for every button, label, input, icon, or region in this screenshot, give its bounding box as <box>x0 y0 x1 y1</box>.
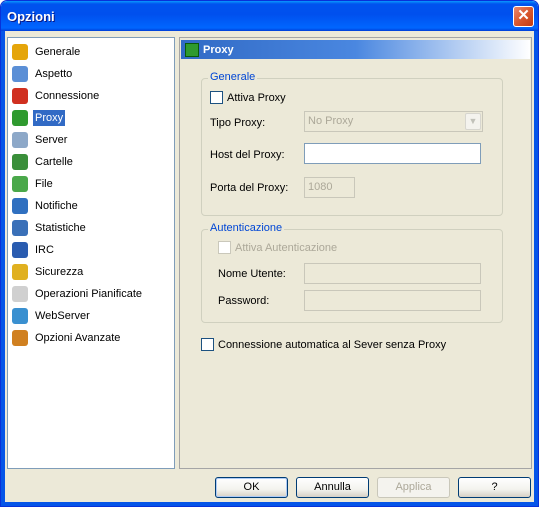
sidebar-item-label: Opzioni Avanzate <box>35 332 121 344</box>
help-button[interactable]: ? <box>458 477 531 498</box>
sidebar-item-aspetto[interactable]: Aspetto <box>12 64 172 84</box>
enable-proxy-checkbox-row[interactable]: Attiva Proxy <box>210 91 286 104</box>
gear-icon <box>12 44 28 60</box>
enable-proxy-checkbox[interactable] <box>210 91 223 104</box>
apply-button[interactable]: Applica <box>377 477 450 498</box>
window-frame-left <box>1 31 5 506</box>
sidebar-item-operazioni-pianificate[interactable]: Operazioni Pianificate <box>12 284 172 304</box>
globe-icon <box>12 308 28 324</box>
proxy-panel: Proxy Generale Attiva Proxy Tipo Proxy: … <box>179 37 532 469</box>
proxy-icon <box>12 110 28 126</box>
auto-connect-checkbox-row[interactable]: Connessione automatica al Sever senza Pr… <box>201 338 446 351</box>
auth-legend: Autenticazione <box>208 222 285 234</box>
sidebar-item-label: Notifiche <box>35 200 78 212</box>
sidebar-item-label: WebServer <box>35 310 90 322</box>
port-label: Porta del Proxy: <box>210 182 289 194</box>
options-window: Opzioni ✕ Generale Aspetto Connessione Prox… <box>0 0 539 507</box>
calendar-icon <box>12 286 28 302</box>
sidebar-item-connessione[interactable]: Connessione <box>12 86 172 106</box>
sidebar-item-cartelle[interactable]: Cartelle <box>12 152 172 172</box>
ok-button[interactable]: OK <box>215 477 288 498</box>
auto-connect-label: Connessione automatica al Sever senza Pr… <box>218 338 447 351</box>
port-input[interactable]: 1080 <box>304 177 355 198</box>
sidebar-item-label: Sicurezza <box>35 266 84 278</box>
sidebar-item-sicurezza[interactable]: Sicurezza <box>12 262 172 282</box>
sidebar-item-generale[interactable]: Generale <box>12 42 172 62</box>
window-frame-right <box>534 31 538 506</box>
enable-proxy-label: Attiva Proxy <box>227 91 286 104</box>
proxy-type-value: No Proxy <box>308 115 354 127</box>
sidebar-item-notifiche[interactable]: Notifiche <box>12 196 172 216</box>
general-groupbox: Generale Attiva Proxy Tipo Proxy: No Pro… <box>201 71 503 216</box>
sidebar-item-webserver[interactable]: WebServer <box>12 306 172 326</box>
advanced-gear-icon <box>12 330 28 346</box>
server-icon <box>12 132 28 148</box>
sidebar-item-label: Proxy <box>33 110 66 126</box>
folder-icon <box>12 154 28 170</box>
sidebar-item-label: File <box>35 178 53 190</box>
password-input[interactable] <box>304 290 481 311</box>
sidebar-item-statistiche[interactable]: Statistiche <box>12 218 172 238</box>
proxy-icon <box>185 42 199 57</box>
irc-icon <box>12 242 28 258</box>
sidebar-item-opzioni-avanzate[interactable]: Opzioni Avanzate <box>12 328 172 348</box>
sidebar-item-label: Statistiche <box>35 222 86 234</box>
sidebar-item-label: Cartelle <box>35 156 73 168</box>
general-legend: Generale <box>208 71 258 83</box>
proxy-type-select[interactable]: No Proxy ▼ <box>304 111 483 132</box>
sidebar-item-file[interactable]: File <box>12 174 172 194</box>
close-icon: ✕ <box>517 7 530 24</box>
file-icon <box>12 176 28 192</box>
password-label: Password: <box>218 295 270 307</box>
host-input[interactable] <box>304 143 481 164</box>
title-bar[interactable]: Opzioni ✕ <box>1 1 538 31</box>
sidebar-item-proxy[interactable]: Proxy <box>12 108 172 128</box>
monitor-brush-icon <box>12 66 28 82</box>
enable-auth-checkbox[interactable] <box>218 241 231 254</box>
username-label: Nome Utente: <box>218 268 286 280</box>
sidebar-item-label: Aspetto <box>35 68 73 80</box>
window-frame-bottom <box>1 502 538 506</box>
sidebar-item-label: Connessione <box>35 90 100 102</box>
panel-title: Proxy <box>203 43 234 56</box>
cancel-button[interactable]: Annulla <box>296 477 369 498</box>
host-label: Host del Proxy: <box>210 149 285 161</box>
sidebar-item-label: Generale <box>35 46 81 58</box>
enable-auth-checkbox-row[interactable]: Attiva Autenticazione <box>218 241 337 254</box>
chevron-down-icon[interactable]: ▼ <box>465 113 481 130</box>
username-input[interactable] <box>304 263 481 284</box>
auth-groupbox: Autenticazione Attiva Autenticazione Nom… <box>201 222 503 323</box>
panel-header: Proxy <box>181 40 530 59</box>
sidebar-item-label: Operazioni Pianificate <box>35 288 143 300</box>
sidebar-item-label: IRC <box>35 244 54 256</box>
close-button[interactable]: ✕ <box>513 6 534 27</box>
window-title: Opzioni <box>7 9 55 24</box>
sidebar-item-server[interactable]: Server <box>12 130 172 150</box>
lock-icon <box>12 264 28 280</box>
options-sidebar: Generale Aspetto Connessione Proxy Server Car… <box>7 37 175 469</box>
sidebar-item-label: Server <box>35 134 68 146</box>
auto-connect-checkbox[interactable] <box>201 338 214 351</box>
notification-icon <box>12 198 28 214</box>
plug-icon <box>12 88 28 104</box>
statistics-icon <box>12 220 28 236</box>
enable-auth-label: Attiva Autenticazione <box>235 241 338 254</box>
proxy-type-label: Tipo Proxy: <box>210 117 266 129</box>
sidebar-item-irc[interactable]: IRC <box>12 240 172 260</box>
